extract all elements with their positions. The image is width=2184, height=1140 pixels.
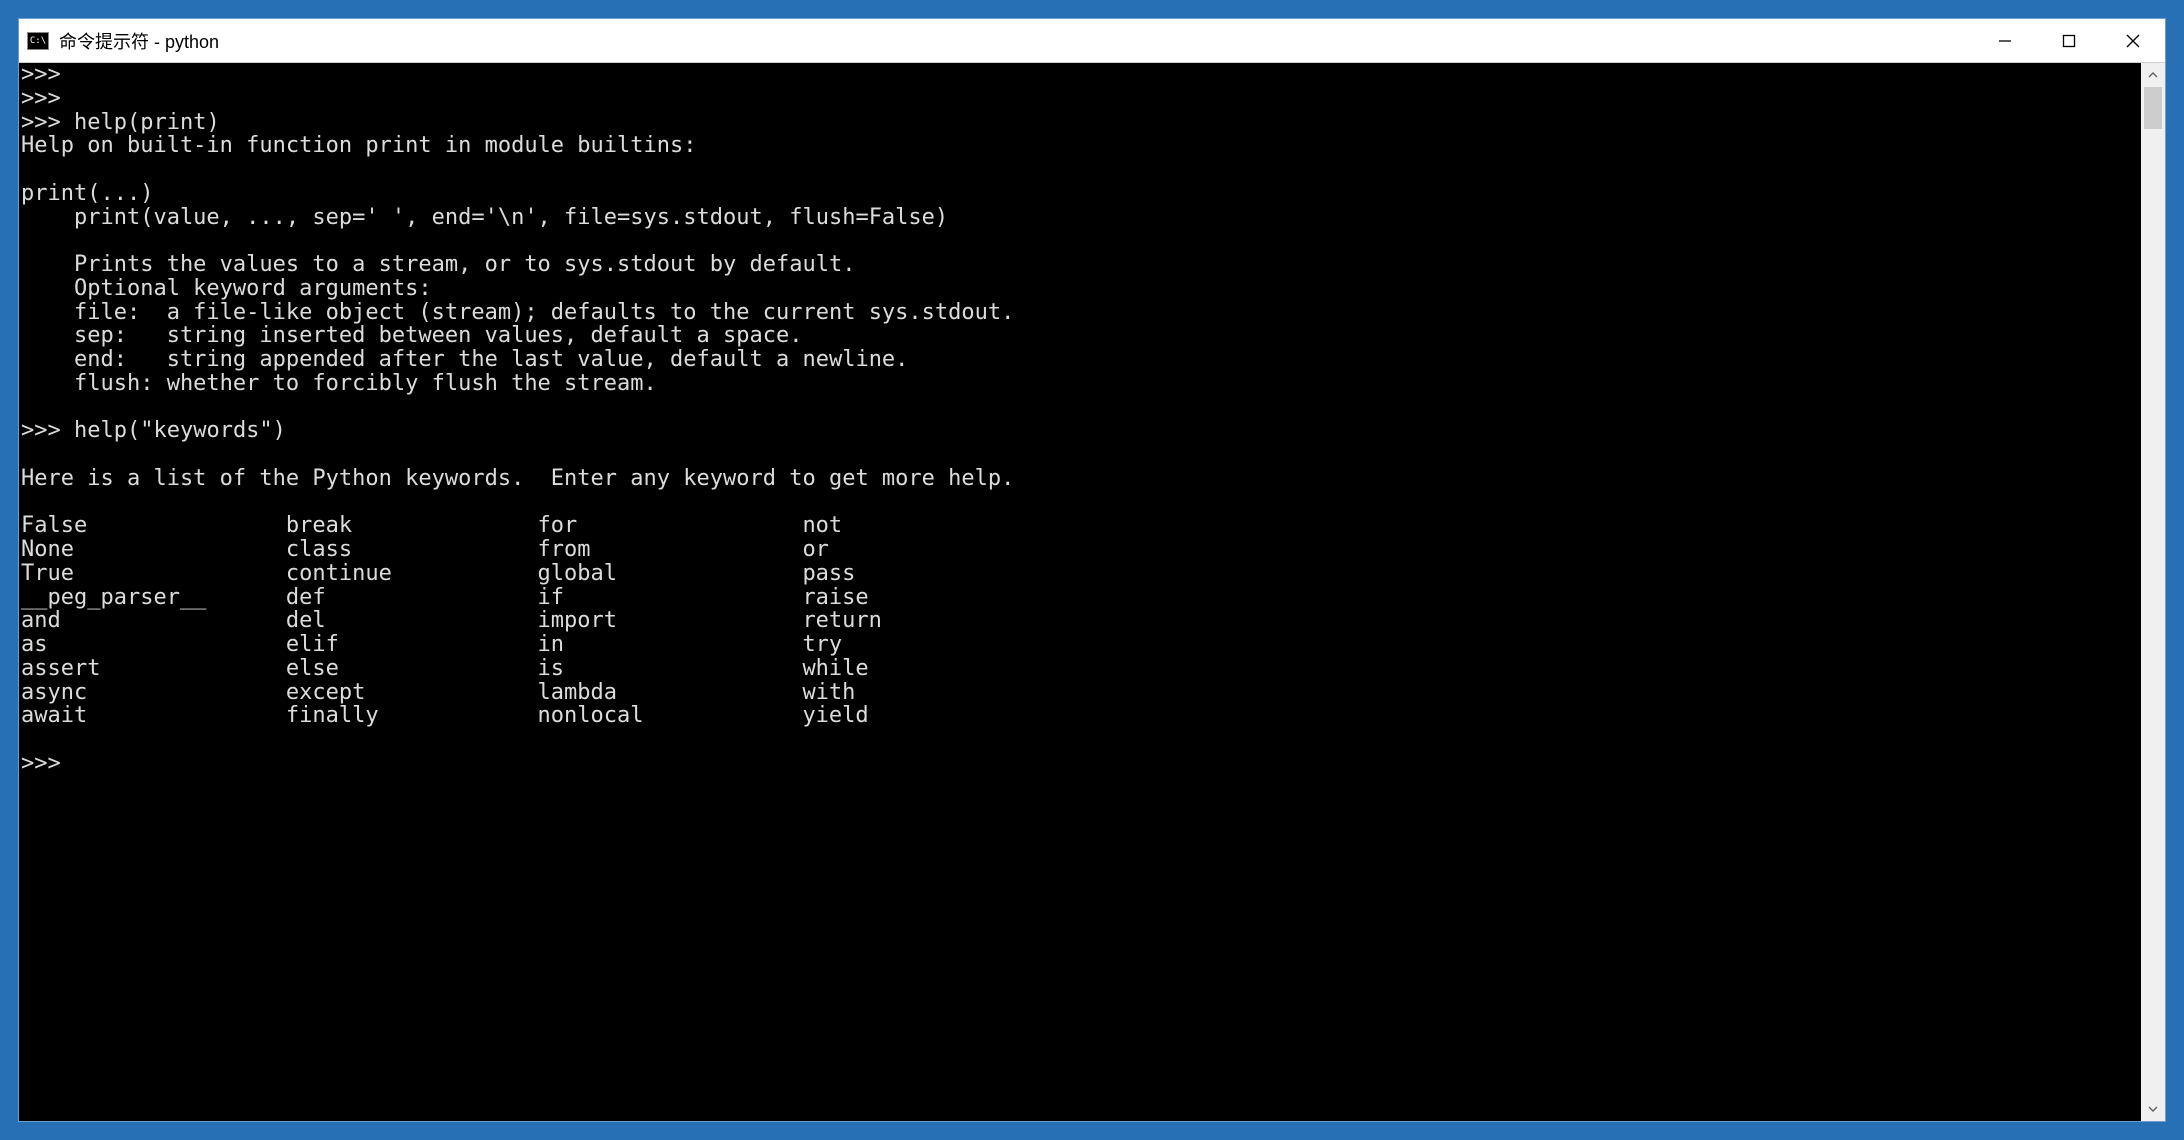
keyword: pass [802,562,2141,586]
keyword: if [538,586,803,610]
keyword-row: assertelseiswhile [21,657,2141,681]
keyword: return [802,609,2141,633]
output-line: sep: string inserted between values, def… [21,323,802,348]
keyword-row: Falsebreakfornot [21,514,2141,538]
keyword: while [802,657,2141,681]
keyword-row: anddelimportreturn [21,609,2141,633]
keyword-row: aselifintry [21,633,2141,657]
keyword: with [802,681,2141,705]
minimize-button[interactable] [1973,19,2037,62]
maximize-button[interactable] [2037,19,2101,62]
keyword: is [538,657,803,681]
keyword: continue [286,562,538,586]
window-title: 命令提示符 - python [59,28,1973,54]
keyword-row: asyncexceptlambdawith [21,681,2141,705]
prompt: >>> [21,418,61,443]
keyword: import [538,609,803,633]
output-line: print(...) [21,181,153,206]
close-icon [2126,34,2140,48]
keyword: except [286,681,538,705]
output-line: end: string appended after the last valu… [21,347,908,372]
keyword: for [538,514,803,538]
keyword: None [21,538,286,562]
keyword: raise [802,586,2141,610]
keyword-row: __peg_parser__defifraise [21,586,2141,610]
keyword: class [286,538,538,562]
prompt: >>> [21,110,61,135]
titlebar[interactable]: C:\ 命令提示符 - python [19,19,2165,63]
keyword: lambda [538,681,803,705]
keyword: False [21,514,286,538]
prompt: >>> [21,63,61,87]
scroll-down-button[interactable] [2141,1097,2165,1121]
output-line: flush: whether to forcibly flush the str… [21,371,657,396]
output-line: Prints the values to a stream, or to sys… [21,252,855,277]
window-controls [1973,19,2165,62]
keyword: from [538,538,803,562]
keyword: elif [286,633,538,657]
vertical-scrollbar[interactable] [2141,63,2165,1121]
terminal-output[interactable]: >>> >>> >>> help(print) Help on built-in… [19,63,2141,1121]
keyword: nonlocal [538,704,803,728]
keyword: def [286,586,538,610]
keyword-row: Noneclassfromor [21,538,2141,562]
keyword: global [538,562,803,586]
close-button[interactable] [2101,19,2165,62]
keyword: await [21,704,286,728]
minimize-icon [1998,34,2012,48]
scrollbar-thumb[interactable] [2144,87,2162,129]
cmd-icon: C:\ [27,32,49,50]
chevron-down-icon [2148,1104,2158,1114]
keyword: break [286,514,538,538]
output-line: Help on built-in function print in modul… [21,133,697,158]
keyword: assert [21,657,286,681]
keyword: yield [802,704,2141,728]
keyword: try [802,633,2141,657]
keyword: async [21,681,286,705]
keyword: del [286,609,538,633]
prompt: >>> [21,86,61,111]
keyword: in [538,633,803,657]
output-line: Optional keyword arguments: [21,276,432,301]
maximize-icon [2062,34,2076,48]
output-line: Here is a list of the Python keywords. E… [21,466,1014,491]
command-prompt-window: C:\ 命令提示符 - python >>> >>> >>> help(prin… [18,18,2166,1122]
scroll-up-button[interactable] [2141,63,2165,87]
keyword: finally [286,704,538,728]
output-line: file: a file-like object (stream); defau… [21,300,1014,325]
input-line: help(print) [74,110,220,135]
keyword: or [802,538,2141,562]
keyword: and [21,609,286,633]
prompt: >>> [21,751,61,776]
keyword-row: Truecontinueglobalpass [21,562,2141,586]
keyword-row: awaitfinallynonlocalyield [21,704,2141,728]
output-line: print(value, ..., sep=' ', end='\n', fil… [21,205,948,230]
chevron-up-icon [2148,70,2158,80]
keyword: True [21,562,286,586]
keyword: as [21,633,286,657]
keyword: not [802,514,2141,538]
input-line: help("keywords") [74,418,286,443]
console-area: >>> >>> >>> help(print) Help on built-in… [19,63,2165,1121]
keyword: else [286,657,538,681]
keyword: __peg_parser__ [21,586,286,610]
